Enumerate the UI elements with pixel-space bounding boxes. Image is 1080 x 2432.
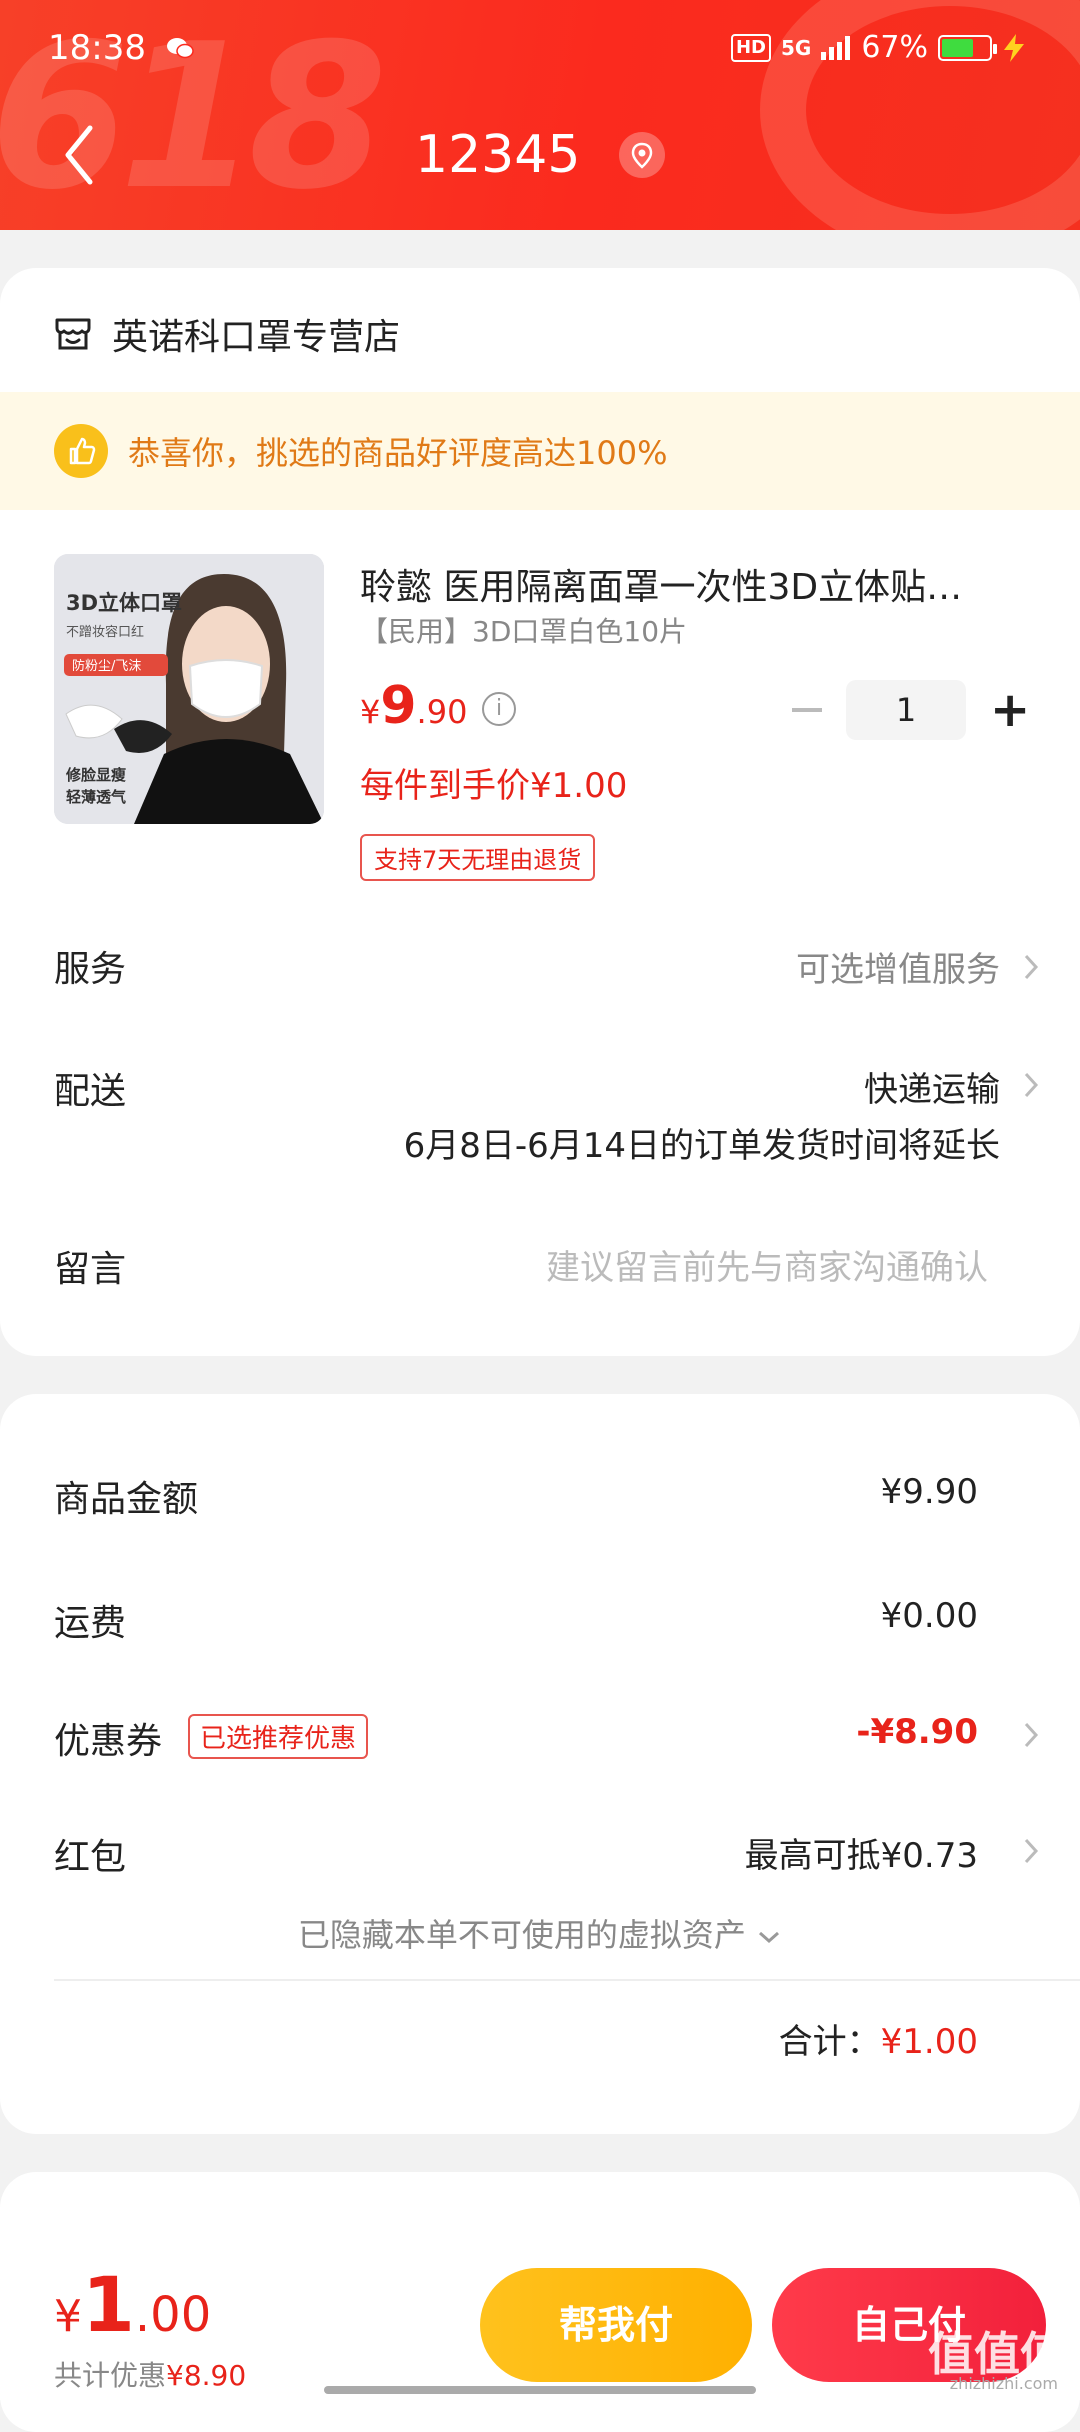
price-summary-card: 商品金额 ¥9.90 运费 ¥0.00 优惠券 已选推荐优惠 -¥8.90 红包… <box>0 1394 1080 2134</box>
coupon-value[interactable]: -¥8.90 <box>856 1712 978 1752</box>
quantity-increase-button[interactable]: + <box>990 686 1030 734</box>
image-text-2: 不蹭妆容口红 <box>66 624 144 640</box>
page-title: 12345 <box>0 122 1080 185</box>
image-text-1: 3D立体口罩 <box>66 591 182 615</box>
image-text-4: 修脸显瘦 <box>65 766 126 784</box>
coupon-selected-tag: 已选推荐优惠 <box>188 1714 369 1759</box>
shipping-label: 运费 <box>54 1603 127 1644</box>
price-decimal: .90 <box>416 693 468 731</box>
status-time: 18:38 <box>48 28 146 68</box>
delivery-delay-note: 6月8日-6月14日的订单发货时间将延长 <box>403 1126 1000 1166</box>
total-label: 合计： <box>778 2022 881 2062</box>
goods-amount-label: 商品金额 <box>54 1479 199 1520</box>
delivery-chevron-icon[interactable] <box>1022 1070 1040 1100</box>
coupon-chevron-icon[interactable] <box>1022 1720 1040 1750</box>
hidden-assets-text: 已隐藏本单不可使用的虚拟资产 <box>297 1916 746 1954</box>
checkout-int: 1 <box>82 2260 135 2349</box>
thumbs-up-icon <box>54 424 108 478</box>
battery-percent: 67% <box>861 30 928 65</box>
product-sku[interactable]: 【民用】3D口罩白色10片 <box>360 610 687 650</box>
message-label: 留言 <box>54 1249 127 1290</box>
saving-label: 共计优惠 <box>54 2359 167 2392</box>
hidden-assets-toggle[interactable]: 已隐藏本单不可使用的虚拟资产 <box>0 1910 1080 1956</box>
coupon-label: 优惠券 <box>54 1721 163 1762</box>
store-name: 英诺科口罩专营店 <box>112 317 401 358</box>
checkout-bar: ¥1.00 共计优惠¥8.90 帮我付 自己付 <box>0 2252 1080 2400</box>
rating-banner: 恭喜你，挑选的商品好评度高达100% <box>0 392 1080 510</box>
quantity-decrease-button[interactable] <box>792 708 822 712</box>
home-indicator[interactable] <box>324 2386 756 2394</box>
shipping-value: ¥0.00 <box>880 1596 978 1636</box>
charging-icon <box>1004 33 1024 62</box>
watermark-site: zhizhizhi.com <box>949 2374 1058 2393</box>
delivery-label: 配送 <box>54 1071 127 1112</box>
battery-icon <box>938 34 997 61</box>
checkout-dec: .00 <box>134 2287 212 2343</box>
rating-banner-text: 恭喜你，挑选的商品好评度高达100% <box>128 434 668 472</box>
image-text-5: 轻薄透气 <box>66 788 126 806</box>
checkout-saving: 共计优惠¥8.90 <box>54 2354 246 2394</box>
store-row[interactable]: 英诺科口罩专营店 <box>54 308 400 360</box>
order-title: 12345 <box>415 125 581 185</box>
service-value[interactable]: 可选增值服务 <box>796 942 1000 991</box>
battery-level <box>942 38 973 57</box>
total-value: ¥1.00 <box>880 2022 978 2062</box>
quantity-input[interactable]: 1 <box>846 680 966 740</box>
image-text-3: 防粉尘/飞沫 <box>72 658 141 674</box>
redpacket-chevron-icon[interactable] <box>1022 1836 1040 1866</box>
price-integer: 9 <box>380 676 417 736</box>
saving-value: ¥8.90 <box>166 2359 247 2392</box>
pay-for-me-button[interactable]: 帮我付 <box>480 2268 752 2382</box>
network-label: 5G <box>780 35 812 60</box>
product-image-art: 3D立体口罩 不蹭妆容口红 防粉尘/飞沫 修脸显瘦 轻薄透气 <box>54 554 324 824</box>
checkout-yen: ¥ <box>54 2291 82 2342</box>
hd-badge: HD <box>730 33 771 62</box>
goods-amount-value: ¥9.90 <box>880 1472 978 1512</box>
location-pin-icon[interactable] <box>618 132 665 178</box>
unit-final-price: 每件到手价¥1.00 <box>360 766 628 806</box>
redpacket-value[interactable]: 最高可抵¥0.73 <box>745 1828 978 1877</box>
summary-divider <box>54 1979 1080 1981</box>
checkout-price: ¥1.00 <box>54 2260 211 2349</box>
delivery-value[interactable]: 快递运输 <box>864 1062 1000 1111</box>
chevron-down-icon <box>759 1931 780 1944</box>
order-item-card: 英诺科口罩专营店 恭喜你，挑选的商品好评度高达100% 3D立体口罩 不蹭妆容口… <box>0 268 1080 1356</box>
redpacket-label: 红包 <box>54 1837 127 1878</box>
store-icon <box>55 318 91 350</box>
product-price: ¥9.90 <box>360 676 467 736</box>
message-input[interactable]: 建议留言前先与商家沟通确认 <box>546 1240 988 1289</box>
total-row: 合计：¥1.00 <box>779 2014 978 2063</box>
price-info-icon[interactable]: i <box>482 692 516 726</box>
service-label: 服务 <box>54 949 127 990</box>
status-indicators: HD 5G 67% <box>730 30 1026 65</box>
signal-icon <box>821 35 851 60</box>
product-image[interactable]: 3D立体口罩 不蹭妆容口红 防粉尘/飞沫 修脸显瘦 轻薄透气 <box>54 554 324 824</box>
product-title[interactable]: 聆懿 医用隔离面罩一次性3D立体贴… <box>360 558 1020 610</box>
price-symbol: ¥ <box>360 693 381 731</box>
return-policy-tag: 支持7天无理由退货 <box>360 834 596 881</box>
header: 618 18:38 HD 5G 67% 12345 <box>0 0 1080 230</box>
wechat-icon <box>167 38 194 59</box>
service-chevron-icon[interactable] <box>1022 952 1040 982</box>
